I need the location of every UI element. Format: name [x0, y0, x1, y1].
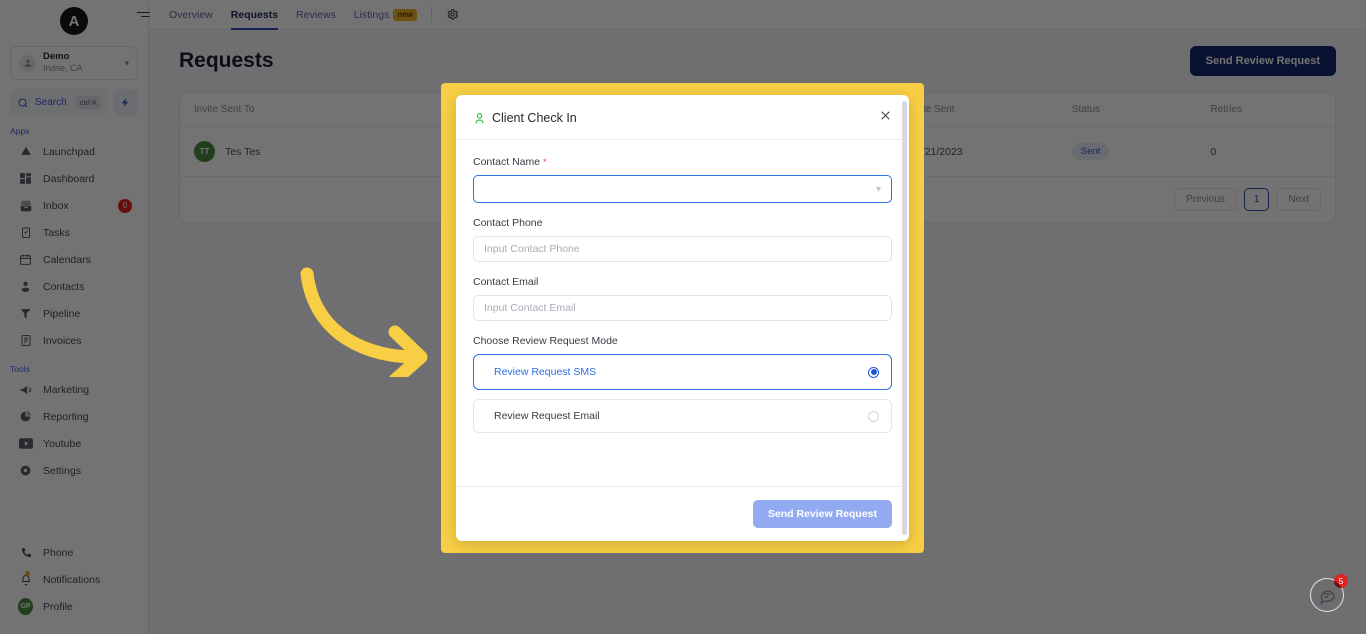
modal-header: Client Check In — [456, 95, 909, 140]
field-review-request-mode: Choose Review Request Mode Review Reques… — [473, 335, 892, 433]
contact-email-placeholder: Input Contact Email — [484, 302, 576, 314]
chevron-down-icon: ▾ — [875, 183, 881, 195]
contact-phone-placeholder: Input Contact Phone — [484, 243, 580, 255]
radio-option-review-request-email[interactable]: Review Request Email — [473, 399, 892, 433]
radio-label: Review Request SMS — [494, 366, 597, 378]
chat-widget-button[interactable]: 5 — [1310, 574, 1348, 612]
radio-label: Review Request Email — [494, 410, 600, 422]
contact-name-label: Contact Name — [473, 156, 541, 168]
review-mode-options: Review Request SMS Review Request Email — [473, 354, 892, 433]
required-asterisk: * — [543, 157, 547, 167]
person-icon — [475, 112, 484, 123]
contact-email-input[interactable]: Input Contact Email — [473, 295, 892, 321]
client-check-in-modal: Client Check In Contact Name * ▾ Contact … — [456, 95, 909, 541]
field-label: Contact Name * — [473, 156, 892, 168]
radio-button-selected[interactable] — [868, 366, 879, 378]
contact-email-label: Contact Email — [473, 276, 539, 288]
contact-phone-label: Contact Phone — [473, 217, 543, 229]
modal-body: Contact Name * ▾ Contact Phone Input Cont… — [456, 140, 909, 486]
contact-phone-input[interactable]: Input Contact Phone — [473, 236, 892, 262]
chat-widget-dim-overlay — [1311, 579, 1343, 611]
modal-scrollbar[interactable] — [902, 101, 907, 535]
field-contact-email: Contact Email Input Contact Email — [473, 276, 892, 321]
review-mode-label: Choose Review Request Mode — [473, 335, 618, 347]
modal-title: Client Check In — [492, 111, 577, 125]
app-root: A Demo Irvine, CA ▾ Search ctrl K — [0, 0, 1366, 634]
modal-title-wrap: Client Check In — [473, 111, 577, 125]
field-contact-name: Contact Name * ▾ — [473, 156, 892, 203]
radio-button-unselected[interactable] — [868, 410, 879, 422]
modal-send-review-request-button[interactable]: Send Review Request — [752, 500, 892, 528]
modal-footer: Send Review Request — [456, 486, 909, 541]
close-icon[interactable] — [879, 109, 892, 127]
field-contact-phone: Contact Phone Input Contact Phone — [473, 217, 892, 262]
contact-name-select[interactable]: ▾ — [473, 175, 892, 203]
radio-option-review-request-sms[interactable]: Review Request SMS — [473, 354, 892, 390]
